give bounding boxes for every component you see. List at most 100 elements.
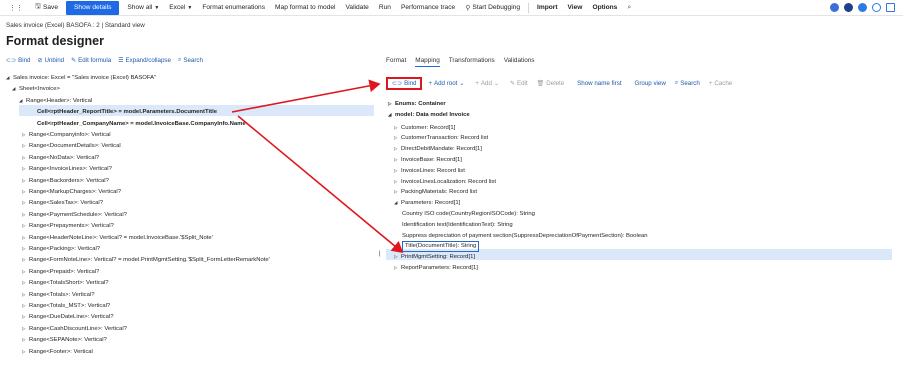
mapping-search-button[interactable]: ⌕ Search — [675, 80, 700, 87]
model-tree-item[interactable]: ◢ model: Data model Invoice — [388, 110, 470, 120]
bind-button[interactable]: ⊂⊃ Bind — [6, 57, 30, 64]
search-button[interactable]: ⌕ Search — [178, 57, 203, 64]
expand-collapse-button[interactable]: ☰ Expand/collapse — [118, 57, 171, 64]
collapse-icon[interactable]: ◢ — [19, 96, 26, 106]
show-name-first-button[interactable]: Show name first — [577, 80, 621, 87]
format-tree-item[interactable]: Cell<rptHeader_ReportTitle> = model.Para… — [30, 107, 217, 117]
format-tree-item[interactable]: ◢ Sales invoice: Excel = "Sales invoice (… — [6, 73, 156, 83]
collapse-icon[interactable]: ◢ — [6, 73, 13, 83]
model-tree-item[interactable]: ▷ CustomerTransaction: Record list — [394, 133, 488, 143]
model-tree-item[interactable]: ▷ PrintMgmtSetting: Record[1] — [394, 252, 475, 262]
edit-formula-button[interactable]: ✎ Edit formula — [71, 57, 111, 64]
expand-icon[interactable]: ▷ — [394, 133, 401, 143]
settings-icon[interactable] — [858, 3, 867, 12]
format-tree-item[interactable]: ▷ Range<PaymentSchedule>: Vertical? — [22, 210, 127, 220]
format-tree-item[interactable]: ▷ Range<Prepayments>: Vertical? — [22, 221, 114, 231]
performance-trace-button[interactable]: Performance trace — [396, 0, 460, 16]
collapse-icon[interactable]: ◢ — [12, 84, 19, 94]
cache-button[interactable]: + Cache — [709, 80, 732, 87]
format-tree-item[interactable]: ▷ Range<SEPANote>: Vertical? — [22, 335, 107, 345]
add-root-button[interactable]: + Add root ⌄ — [428, 80, 466, 87]
group-view-button[interactable]: Group view — [635, 80, 666, 87]
expand-icon[interactable]: ▷ — [22, 164, 29, 174]
model-tree-item[interactable]: ◢ Parameters: Record[1] — [394, 198, 460, 208]
format-tree-item[interactable]: ▷ Range<NoData>: Vertical? — [22, 153, 99, 163]
format-tree-item[interactable]: ▷ Range<InvoiceLines>: Vertical? — [22, 164, 112, 174]
model-tree-item[interactable]: ▷ Enums: Container — [388, 99, 446, 109]
save-button[interactable]: 🖫 Save — [30, 0, 63, 16]
tab-mapping[interactable]: Mapping — [415, 57, 440, 67]
model-tree-item[interactable]: ▷ ReportParameters: Record[1] — [394, 263, 478, 273]
format-tree-item[interactable]: ◢ Sheet<Invoice> — [12, 84, 60, 94]
refresh-icon[interactable] — [872, 3, 881, 12]
expand-icon[interactable]: ▷ — [394, 166, 401, 176]
expand-icon[interactable]: ▷ — [394, 155, 401, 165]
format-tree-item[interactable]: ▷ Range<DocumentDetails>: Vertical — [22, 141, 121, 151]
expand-icon[interactable]: ▷ — [22, 324, 29, 334]
expand-icon[interactable]: ▷ — [22, 210, 29, 220]
model-tree-item[interactable]: ▷ PackingMaterials: Record list — [394, 187, 477, 197]
expand-icon[interactable]: ▷ — [22, 244, 29, 254]
expand-icon[interactable]: ▷ — [22, 187, 29, 197]
format-enumerations-button[interactable]: Format enumerations — [197, 0, 270, 16]
expand-icon[interactable]: ▷ — [22, 141, 29, 151]
expand-icon[interactable]: ▷ — [22, 347, 29, 357]
edit-button[interactable]: ✎ Edit — [510, 80, 528, 87]
expand-icon[interactable]: ▷ — [22, 278, 29, 288]
expand-icon[interactable]: ▷ — [22, 255, 29, 265]
expand-icon[interactable]: ▷ — [394, 123, 401, 133]
unbind-button[interactable]: ⊘ Unbind — [37, 57, 64, 64]
expand-icon[interactable]: ▷ — [22, 153, 29, 163]
mapping-bind-button[interactable]: ⊂⊃ Bind — [386, 77, 423, 90]
model-tree-item[interactable]: ▷ InvoiceBase: Record[1] — [394, 155, 462, 165]
expand-icon[interactable]: ▷ — [394, 144, 401, 154]
expand-icon[interactable]: ▷ — [388, 99, 395, 109]
collapse-icon[interactable]: ◢ — [388, 110, 395, 120]
expand-icon[interactable]: ▷ — [22, 267, 29, 277]
model-tree-item[interactable]: Country ISO code(CountryRegionISOCode): … — [402, 209, 535, 219]
collapse-icon[interactable]: ◢ — [394, 198, 401, 208]
delete-button[interactable]: 🗑 Delete — [537, 80, 565, 87]
model-tree-item[interactable]: Identification text(IdentificationText):… — [402, 220, 513, 230]
format-tree-item[interactable]: ▷ Range<FormNoteLine>: Vertical? = model.… — [22, 255, 270, 265]
expand-icon[interactable]: ▷ — [22, 290, 29, 300]
format-tree-item[interactable]: ▷ Range<TotalsShort>: Vertical? — [22, 278, 109, 288]
expand-icon[interactable]: ▷ — [394, 263, 401, 273]
map-format-to-model-button[interactable]: Map format to model — [270, 0, 340, 16]
expand-icon[interactable]: ▷ — [22, 233, 29, 243]
model-tree-item[interactable]: Title(DocumentTitle): String — [402, 241, 480, 253]
grid-icon[interactable]: ⋮⋮ — [4, 0, 30, 16]
format-tree-item[interactable]: Cell<rptHeader_CompanyName> = model.Invo… — [30, 119, 246, 129]
expand-icon[interactable]: ▷ — [22, 221, 29, 231]
format-tree-item[interactable]: ◢ Range<Header>: Vertical — [19, 96, 92, 106]
excel-menu[interactable]: Excel ▼ — [164, 0, 197, 16]
close-icon[interactable] — [886, 3, 895, 12]
format-tree-item[interactable]: ▷ Range<Footer>: Vertical — [22, 347, 93, 357]
view-tab[interactable]: View — [563, 0, 588, 16]
format-tree-item[interactable]: ▷ Range<DueDateLine>: Vertical? — [22, 312, 114, 322]
tab-format[interactable]: Format — [386, 57, 406, 67]
help-icon[interactable] — [844, 3, 853, 12]
model-tree-item[interactable]: Suppress depreciation of payment section… — [402, 231, 648, 241]
expand-icon[interactable]: ▷ — [394, 187, 401, 197]
expand-icon[interactable]: ▷ — [22, 301, 29, 311]
expand-icon[interactable]: ▷ — [22, 176, 29, 186]
model-tree-item[interactable]: ▷ Customer: Record[1] — [394, 123, 455, 133]
expand-icon[interactable]: ▷ — [22, 312, 29, 322]
model-tree-item[interactable]: ▷ InvoiceLinesLocalization: Record list — [394, 177, 496, 187]
format-tree-item[interactable]: ▷ Range<Companyinfo>: Vertical — [22, 130, 111, 140]
import-tab[interactable]: Import — [532, 0, 563, 16]
format-tree-item[interactable]: ▷ Range<Totals_MST>: Vertical? — [22, 301, 110, 311]
validate-button[interactable]: Validate — [341, 0, 374, 16]
tab-transformations[interactable]: Transformations — [449, 57, 495, 67]
format-tree-item[interactable]: ▷ Range<SalesTax>: Vertical? — [22, 198, 103, 208]
format-tree-item[interactable]: ▷ Range<Prepaid>: Vertical? — [22, 267, 99, 277]
search-icon[interactable]: ⌕ — [622, 0, 638, 16]
add-button[interactable]: + Add ⌄ — [475, 80, 501, 87]
format-tree-item[interactable]: ▷ Range<Totals>: Vertical? — [22, 290, 95, 300]
format-tree-item[interactable]: ▷ Range<Packing>: Vertical? — [22, 244, 100, 254]
expand-icon[interactable]: ▷ — [22, 130, 29, 140]
options-tab[interactable]: Options — [587, 0, 622, 16]
expand-icon[interactable]: ▷ — [22, 335, 29, 345]
office-icon[interactable] — [830, 3, 839, 12]
